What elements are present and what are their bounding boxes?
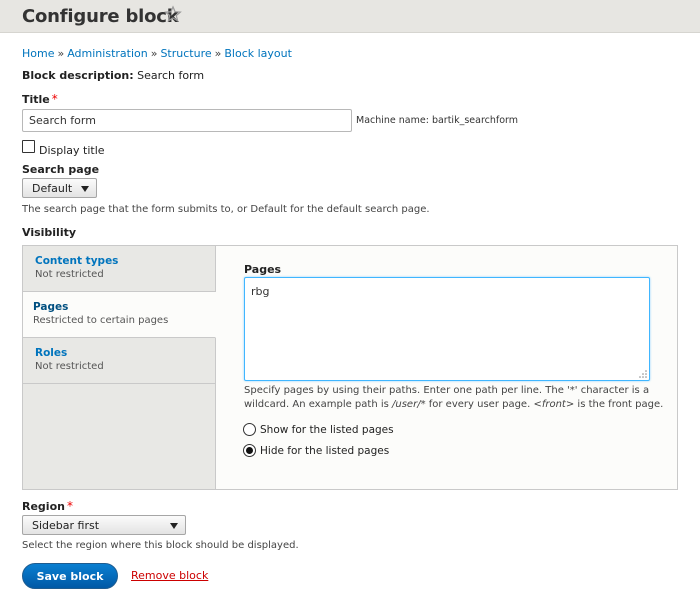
pages-help-front: <front> xyxy=(533,399,575,410)
tab-pages[interactable]: Pages Restricted to certain pages xyxy=(23,292,216,338)
display-title-checkbox[interactable] xyxy=(22,140,35,153)
breadcrumb-separator: » xyxy=(214,47,222,60)
star-outline-icon[interactable] xyxy=(164,5,182,23)
search-page-selected: Default xyxy=(32,182,73,195)
required-marker: * xyxy=(51,92,58,106)
pages-label: Pages xyxy=(244,263,282,276)
tab-roles-summary: Not restricted xyxy=(35,361,104,372)
required-marker: * xyxy=(66,499,73,513)
title-input[interactable] xyxy=(22,109,352,132)
page-header: Configure block xyxy=(0,0,700,33)
breadcrumb-separator: » xyxy=(150,47,158,60)
tab-content-types[interactable]: Content types Not restricted xyxy=(23,246,216,292)
breadcrumb-block-layout[interactable]: Block layout xyxy=(224,47,292,60)
title-label-text: Title xyxy=(22,93,50,106)
tab-content-types-title: Content types xyxy=(35,255,119,267)
resize-grip-icon[interactable] xyxy=(639,370,647,378)
region-label-text: Region xyxy=(22,500,65,513)
page-title: Configure block xyxy=(22,6,179,27)
remove-block-link[interactable]: Remove block xyxy=(131,569,208,582)
show-pages-radio[interactable] xyxy=(243,423,256,436)
vertical-tab-list: Content types Not restricted Pages Restr… xyxy=(23,246,216,489)
breadcrumb-structure[interactable]: Structure xyxy=(160,47,211,60)
pages-textarea[interactable]: rbg xyxy=(244,277,650,381)
breadcrumb-administration[interactable]: Administration xyxy=(67,47,148,60)
region-select[interactable]: Sidebar first xyxy=(22,515,186,535)
visibility-label: Visibility xyxy=(22,226,77,239)
pages-help-text: for every user page. xyxy=(425,399,534,410)
search-page-select[interactable]: Default xyxy=(22,178,97,198)
pages-help-text: is the front page. xyxy=(574,399,664,410)
tab-roles-title: Roles xyxy=(35,347,68,359)
vertical-tab-filler xyxy=(23,384,216,489)
pages-help: Specify pages by using their paths. Ente… xyxy=(244,384,664,412)
search-page-help: The search page that the form submits to… xyxy=(22,204,430,215)
tab-roles[interactable]: Roles Not restricted xyxy=(23,338,216,384)
display-title-label: Display title xyxy=(39,144,105,157)
region-label: Region * xyxy=(22,499,73,513)
title-label: Title * xyxy=(22,92,58,106)
block-description: Block description: Search form xyxy=(22,69,204,82)
search-page-label: Search page xyxy=(22,163,100,176)
region-selected: Sidebar first xyxy=(32,519,100,532)
pages-pane: Pages rbg Specify pages by using their p… xyxy=(216,246,677,489)
breadcrumb-separator: » xyxy=(57,47,65,60)
region-help: Select the region where this block shoul… xyxy=(22,540,299,551)
save-block-button[interactable]: Save block xyxy=(22,563,118,589)
tab-pages-title: Pages xyxy=(33,301,69,313)
hide-pages-label: Hide for the listed pages xyxy=(260,445,390,457)
tab-content-types-summary: Not restricted xyxy=(35,269,104,280)
hide-pages-radio[interactable] xyxy=(243,444,256,457)
chevron-down-icon xyxy=(81,186,89,192)
breadcrumb-home[interactable]: Home xyxy=(22,47,54,60)
machine-name: Machine name: bartik_searchform xyxy=(356,115,519,126)
tab-pages-summary: Restricted to certain pages xyxy=(33,315,169,326)
breadcrumb: Home» Administration» Structure» Block layo… xyxy=(22,47,292,60)
visibility-vertical-tabs: Content types Not restricted Pages Restr… xyxy=(22,245,678,490)
pages-help-path: /user/* xyxy=(392,399,426,410)
block-description-value: Search form xyxy=(137,69,205,82)
show-pages-label: Show for the listed pages xyxy=(260,424,394,436)
block-description-label: Block description: xyxy=(22,69,134,82)
chevron-down-icon xyxy=(170,523,178,529)
